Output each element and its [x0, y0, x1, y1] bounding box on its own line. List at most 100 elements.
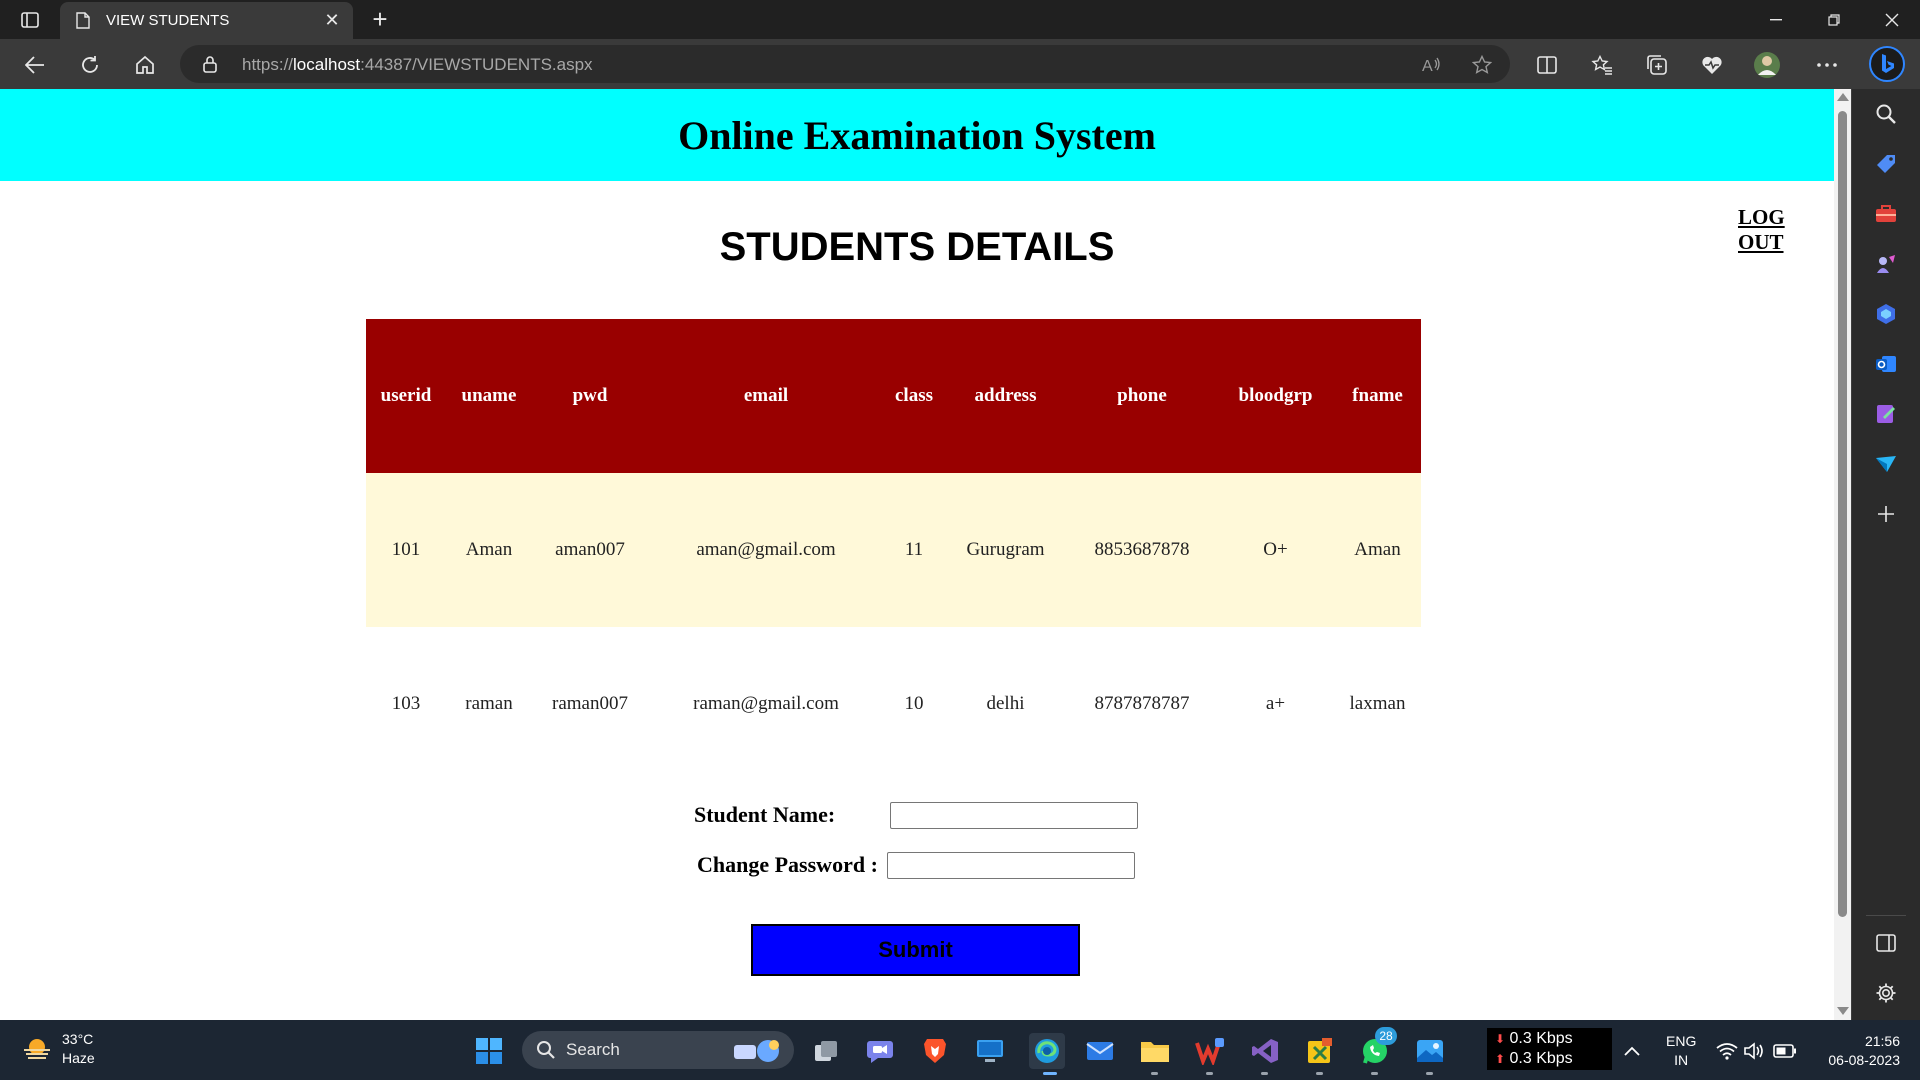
- cell-bloodgrp: O+: [1217, 473, 1334, 627]
- hide-sidebar-icon[interactable]: [1873, 930, 1899, 956]
- download-arrow-icon: ⬇: [1495, 1032, 1506, 1046]
- change-password-input[interactable]: [887, 852, 1135, 879]
- weather-temperature: 33°C: [62, 1031, 94, 1047]
- remote-desktop-icon[interactable]: [974, 1035, 1006, 1067]
- submit-button[interactable]: Submit: [751, 924, 1080, 976]
- address-bar[interactable]: https://localhost:44387/VIEWSTUDENTS.asp…: [180, 45, 1510, 83]
- column-header-fname: fname: [1334, 319, 1421, 473]
- minimize-button[interactable]: [1748, 0, 1804, 39]
- whatsapp-icon[interactable]: 28: [1359, 1027, 1397, 1067]
- photos-icon[interactable]: [1414, 1035, 1446, 1067]
- sidebar-divider: [1866, 915, 1906, 916]
- edge-sidebar: [1851, 89, 1920, 1020]
- teams-chat-icon[interactable]: [864, 1035, 896, 1067]
- search-icon[interactable]: [1873, 101, 1899, 127]
- games-icon[interactable]: [1873, 251, 1899, 277]
- add-icon[interactable]: [1873, 501, 1899, 527]
- back-icon[interactable]: [18, 48, 52, 82]
- cell-userid: 103: [366, 627, 446, 781]
- close-window-button[interactable]: [1864, 0, 1920, 39]
- browser-toolbar: https://localhost:44387/VIEWSTUDENTS.asp…: [0, 39, 1920, 89]
- cell-address: Gurugram: [944, 473, 1067, 627]
- favorite-star-icon[interactable]: [1470, 53, 1494, 77]
- running-app-indicator: [1261, 1072, 1268, 1075]
- visual-studio-icon[interactable]: [1249, 1035, 1281, 1067]
- cell-uname: raman: [446, 627, 532, 781]
- notification-badge: 28: [1375, 1027, 1397, 1045]
- cell-phone: 8787878787: [1067, 627, 1217, 781]
- restore-button[interactable]: [1806, 0, 1862, 39]
- close-tab-icon[interactable]: ✕: [319, 8, 345, 34]
- page-viewport: Online Examination System LOG OUT STUDEN…: [0, 89, 1834, 1020]
- copilot-icon[interactable]: [1873, 301, 1899, 327]
- page-scrollbar[interactable]: [1834, 89, 1851, 1020]
- running-app-indicator: [1206, 1072, 1213, 1075]
- browser-essentials-icon[interactable]: [1698, 51, 1726, 79]
- outlook-icon[interactable]: [1873, 351, 1899, 377]
- column-header-class: class: [884, 319, 944, 473]
- column-header-bloodgrp: bloodgrp: [1217, 319, 1334, 473]
- cell-phone: 8853687878: [1067, 473, 1217, 627]
- home-icon[interactable]: [128, 48, 162, 82]
- download-speed: 0.3 Kbps: [1509, 1030, 1573, 1047]
- table-row: 101 Aman aman007 aman@gmail.com 11 Gurug…: [366, 473, 1421, 627]
- site-header: Online Examination System: [0, 89, 1834, 181]
- profile-avatar[interactable]: [1753, 51, 1781, 79]
- drop-send-icon[interactable]: [1873, 451, 1899, 477]
- scroll-up-icon[interactable]: [1837, 93, 1849, 101]
- cell-userid: 101: [366, 473, 446, 627]
- language-code: ENG: [1666, 1033, 1697, 1049]
- mail-icon[interactable]: [1084, 1035, 1116, 1067]
- running-app-indicator: [1316, 1072, 1323, 1075]
- page-icon: [74, 12, 92, 30]
- refresh-icon[interactable]: [73, 48, 107, 82]
- column-header-userid: userid: [366, 319, 446, 473]
- settings-gear-icon[interactable]: [1873, 980, 1899, 1006]
- windows-taskbar: 33°C Haze Search 28 ⬇ 0.3 Kbps ⬆ 0.3 Kbp…: [0, 1020, 1920, 1080]
- bing-copilot-icon[interactable]: [1868, 45, 1906, 83]
- collections-icon[interactable]: [1643, 51, 1671, 79]
- weather-widget[interactable]: 33°C Haze: [22, 1030, 95, 1068]
- task-view-icon[interactable]: [810, 1035, 842, 1067]
- shopping-tag-icon[interactable]: [1873, 151, 1899, 177]
- running-app-indicator: [1371, 1072, 1378, 1075]
- input-language[interactable]: ENG IN: [1666, 1032, 1696, 1070]
- column-header-email: email: [648, 319, 884, 473]
- cell-email: aman@gmail.com: [648, 473, 884, 627]
- volume-icon[interactable]: [1739, 1035, 1771, 1067]
- running-app-indicator: [1151, 1072, 1158, 1075]
- tools-briefcase-icon[interactable]: [1873, 201, 1899, 227]
- sticky-tools-icon[interactable]: [1304, 1035, 1336, 1067]
- search-icon: [537, 1041, 555, 1059]
- cell-pwd: aman007: [532, 473, 648, 627]
- brave-browser-icon[interactable]: [919, 1035, 951, 1067]
- taskbar-clock[interactable]: 21:56 06-08-2023: [1810, 1032, 1900, 1070]
- scrollbar-thumb[interactable]: [1838, 111, 1847, 917]
- column-header-address: address: [944, 319, 1067, 473]
- student-name-input[interactable]: [890, 802, 1138, 829]
- browser-tab[interactable]: VIEW STUDENTS ✕: [60, 2, 353, 39]
- designer-icon[interactable]: [1873, 401, 1899, 427]
- start-windows-icon[interactable]: [473, 1035, 505, 1067]
- scroll-down-icon[interactable]: [1837, 1007, 1849, 1015]
- search-highlight-icon: [734, 1040, 779, 1062]
- upload-speed: 0.3 Kbps: [1509, 1050, 1573, 1067]
- battery-icon[interactable]: [1769, 1035, 1801, 1067]
- split-screen-icon[interactable]: [1533, 51, 1561, 79]
- tab-actions-icon[interactable]: [14, 7, 46, 33]
- column-header-phone: phone: [1067, 319, 1217, 473]
- taskbar-search[interactable]: Search: [522, 1031, 794, 1069]
- favorites-icon[interactable]: [1588, 51, 1616, 79]
- tab-title: VIEW STUDENTS: [106, 12, 230, 29]
- chevron-up-icon[interactable]: [1616, 1035, 1648, 1067]
- new-tab-button[interactable]: +: [366, 6, 394, 34]
- edge-browser-icon[interactable]: [1029, 1033, 1065, 1069]
- file-explorer-icon[interactable]: [1139, 1035, 1171, 1067]
- read-aloud-icon[interactable]: A: [1420, 53, 1444, 77]
- lock-icon[interactable]: [202, 55, 218, 78]
- running-app-indicator: [1426, 1072, 1433, 1075]
- more-options-icon[interactable]: [1813, 51, 1841, 79]
- url-text[interactable]: https://localhost:44387/VIEWSTUDENTS.asp…: [242, 55, 593, 75]
- wps-office-icon[interactable]: [1194, 1035, 1226, 1067]
- url-path: :44387/VIEWSTUDENTS.aspx: [360, 55, 593, 74]
